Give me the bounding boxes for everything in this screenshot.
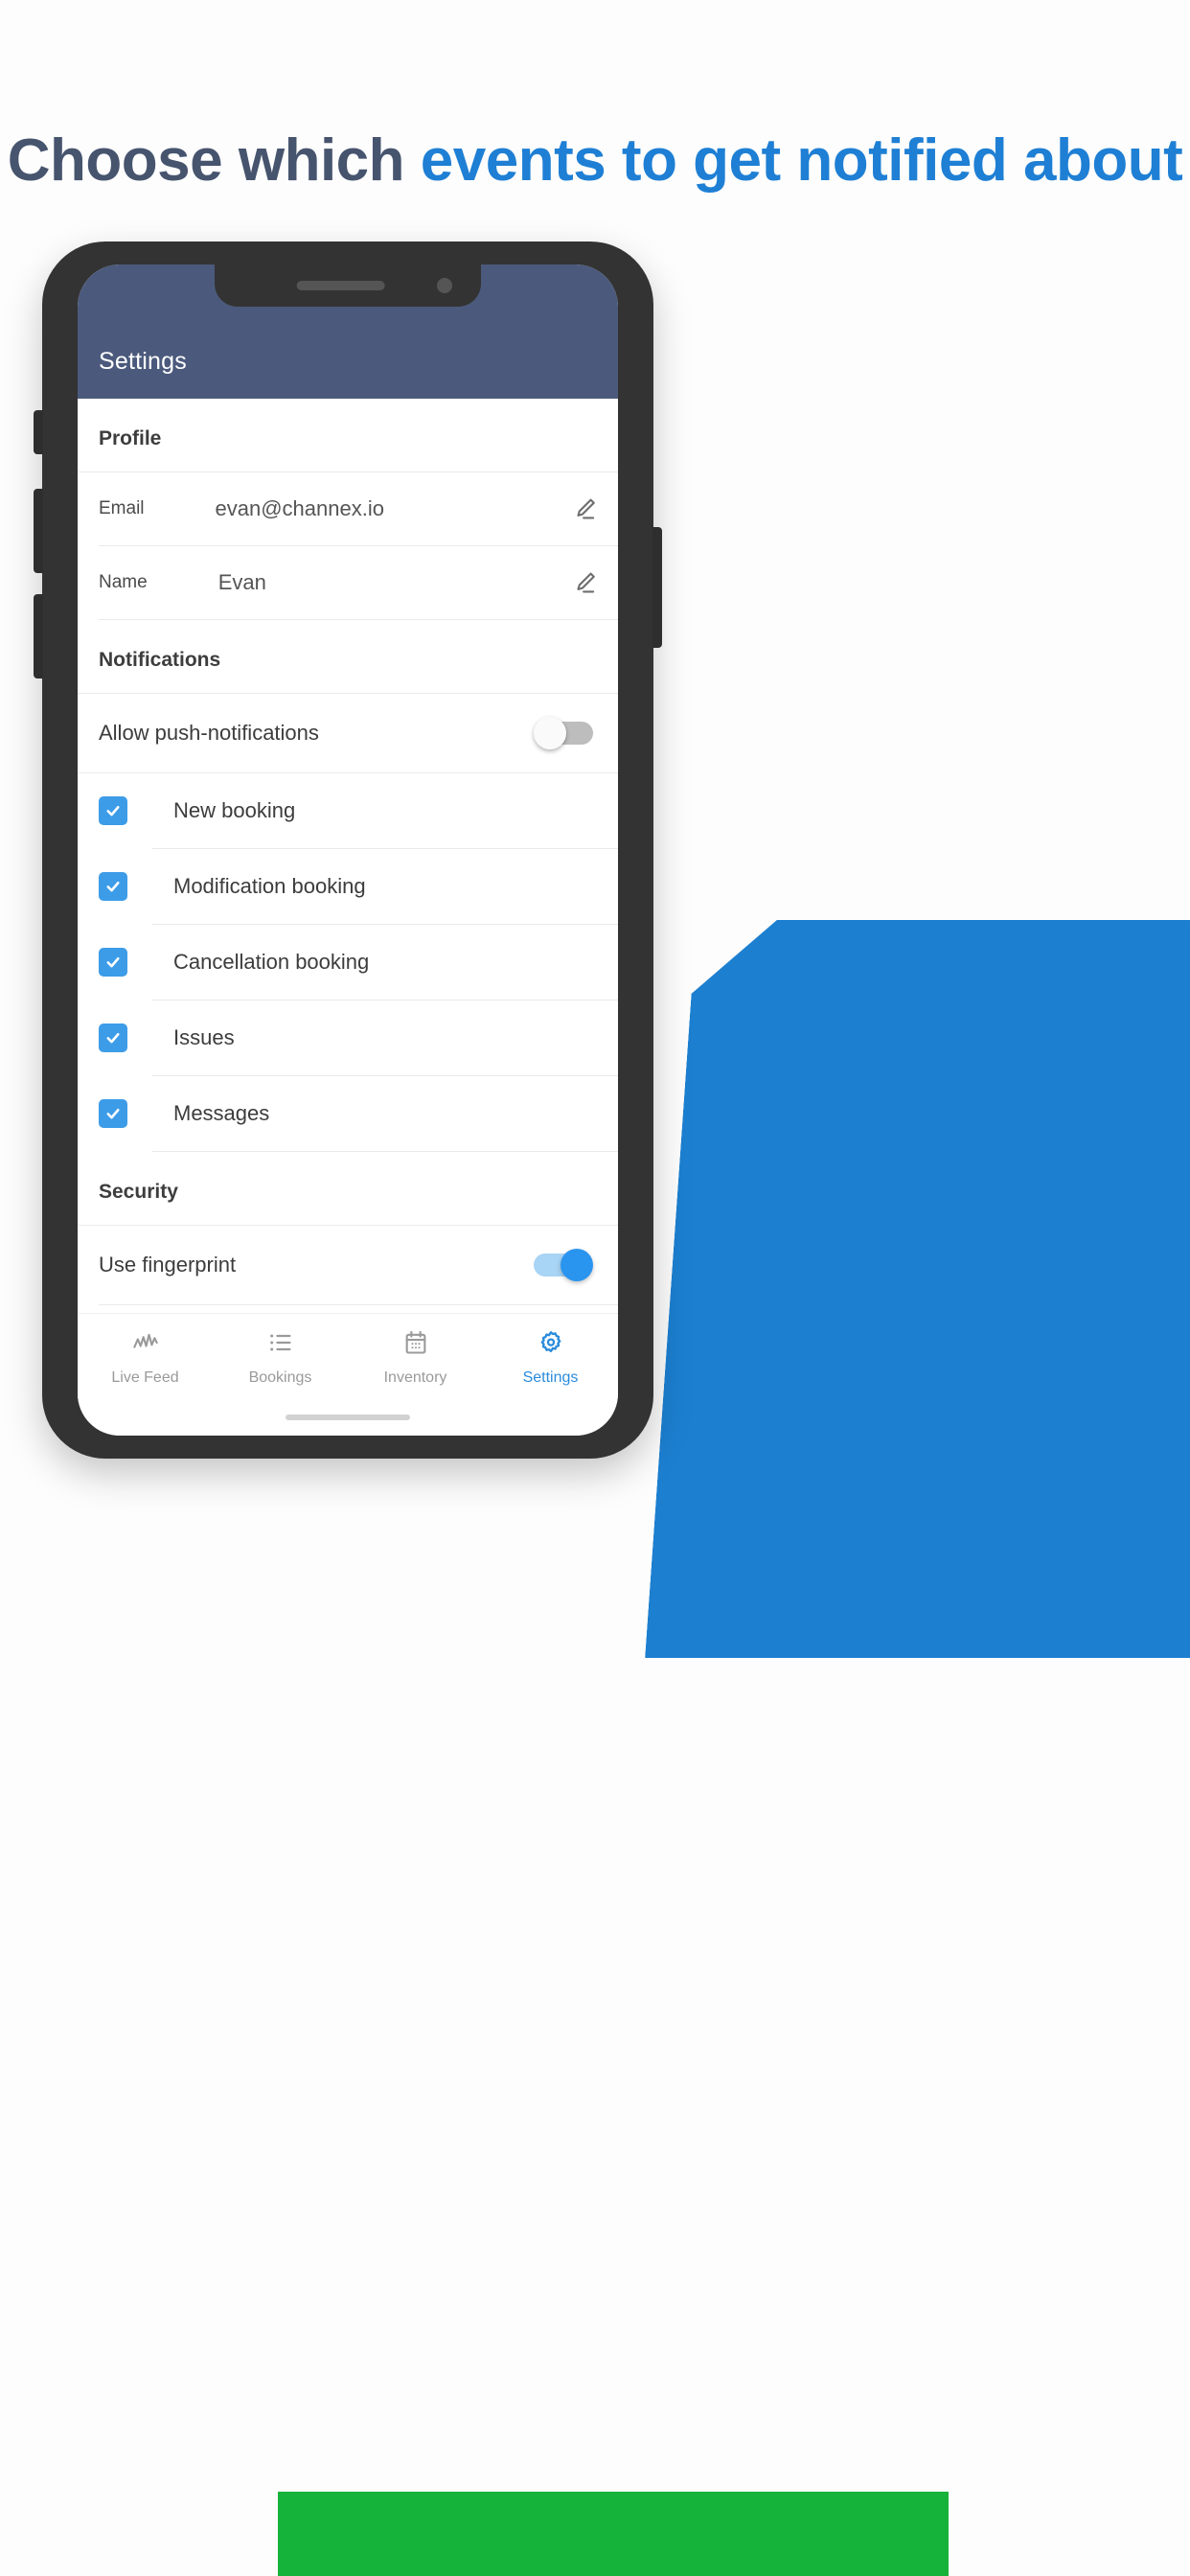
email-value: evan@channex.io <box>215 496 384 520</box>
event-label: Cancellation booking <box>173 950 370 974</box>
event-row-new-booking[interactable]: New booking <box>78 773 618 848</box>
name-value: Evan <box>217 570 266 594</box>
nav-label: Settings <box>522 1369 579 1386</box>
push-notifications-toggle[interactable] <box>534 717 593 749</box>
background-shape-green <box>278 2492 949 2576</box>
home-indicator <box>286 1414 410 1420</box>
section-header-profile: Profile <box>99 427 162 449</box>
divider <box>99 1304 618 1305</box>
event-row-issues[interactable]: Issues <box>78 1000 618 1075</box>
list-icon <box>267 1329 294 1361</box>
profile-row-email[interactable]: Email evan@channex.io <box>78 472 618 545</box>
event-label: Modification booking <box>173 874 366 898</box>
phone-screen: Settings Profile Email evan@channex.io N… <box>78 264 618 1436</box>
event-label: New booking <box>173 798 296 822</box>
settings-content: Profile Email evan@channex.io Name Evan … <box>78 399 618 1315</box>
headline: Choose which events to get notified abou… <box>0 123 1190 198</box>
toggle-knob <box>561 1249 593 1281</box>
headline-part-dark: Choose which <box>7 127 421 194</box>
phone-mockup: Settings Profile Email evan@channex.io N… <box>34 242 662 1459</box>
nav-label: Bookings <box>248 1369 312 1386</box>
event-row-modification-booking[interactable]: Modification booking <box>78 849 618 924</box>
checkbox-checked-icon[interactable] <box>99 948 127 977</box>
nav-label: Inventory <box>383 1369 447 1386</box>
phone-notch <box>215 264 481 307</box>
checkbox-checked-icon[interactable] <box>99 872 127 901</box>
phone-mute-switch <box>34 410 43 454</box>
nav-label: Live Feed <box>111 1369 179 1386</box>
status-bar <box>78 264 618 324</box>
pencil-icon[interactable] <box>568 565 603 600</box>
phone-volume-down-button <box>34 594 43 678</box>
section-header-notifications: Notifications <box>99 649 221 671</box>
nav-item-inventory[interactable]: Inventory <box>348 1329 483 1387</box>
push-notifications-label: Allow push-notifications <box>99 721 319 745</box>
fingerprint-toggle[interactable] <box>534 1249 593 1281</box>
phone-volume-up-button <box>34 489 43 573</box>
page-title: Settings <box>99 347 187 375</box>
fingerprint-label: Use fingerprint <box>99 1253 237 1276</box>
push-notifications-row[interactable]: Allow push-notifications <box>78 694 618 772</box>
event-label: Issues <box>173 1025 235 1049</box>
gear-icon <box>538 1329 564 1361</box>
app-bar: Settings <box>78 324 618 399</box>
activity-chart-icon <box>132 1329 159 1361</box>
event-row-cancellation-booking[interactable]: Cancellation booking <box>78 925 618 1000</box>
event-label: Messages <box>173 1101 270 1125</box>
toggle-knob <box>534 717 566 749</box>
event-row-messages[interactable]: Messages <box>78 1076 618 1151</box>
nav-item-bookings[interactable]: Bookings <box>213 1329 348 1387</box>
email-label: Email <box>99 498 145 518</box>
bottom-navigation: Live Feed Bookings Inventory Settings <box>78 1313 618 1436</box>
fingerprint-row[interactable]: Use fingerprint <box>78 1226 618 1304</box>
checkbox-checked-icon[interactable] <box>99 796 127 825</box>
pencil-icon[interactable] <box>568 492 603 526</box>
checkbox-checked-icon[interactable] <box>99 1099 127 1128</box>
headline-part-accent: events to get notified about <box>420 127 1183 194</box>
checkbox-checked-icon[interactable] <box>99 1024 127 1052</box>
phone-power-button <box>652 527 662 648</box>
promo-screenshot: Choose which events to get notified abou… <box>0 0 1190 2576</box>
section-header-security: Security <box>99 1181 178 1203</box>
name-label: Name <box>99 572 148 592</box>
front-camera-icon <box>437 278 452 293</box>
profile-row-name[interactable]: Name Evan <box>78 546 618 619</box>
calendar-icon <box>402 1329 429 1361</box>
earpiece-speaker-icon <box>296 281 385 290</box>
background-shape-blue <box>645 920 1190 1658</box>
nav-item-settings[interactable]: Settings <box>483 1329 618 1387</box>
nav-item-live-feed[interactable]: Live Feed <box>78 1329 213 1387</box>
